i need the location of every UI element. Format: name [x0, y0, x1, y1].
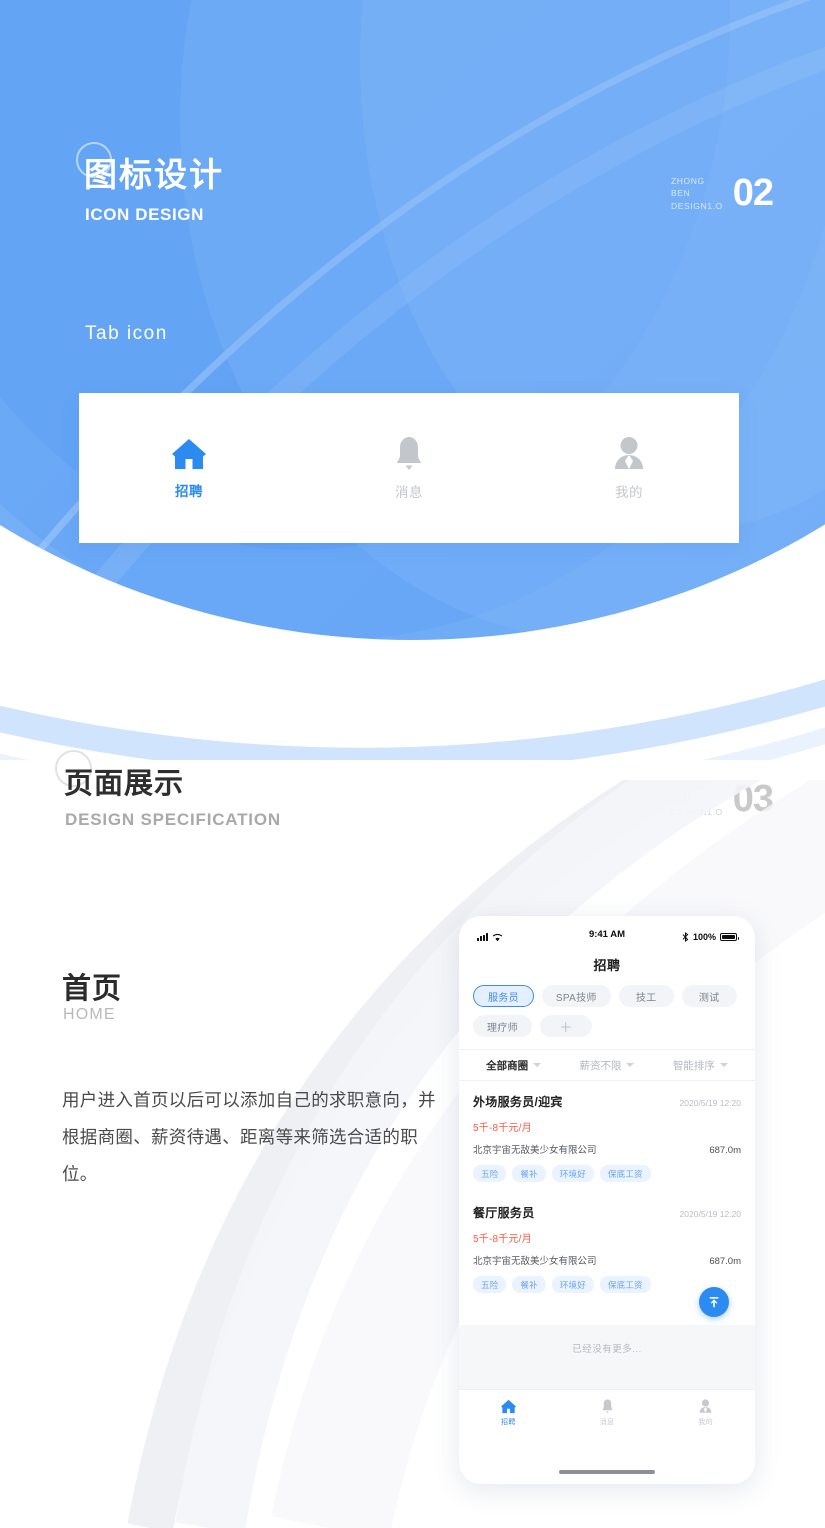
phone-nav-title: 招聘 — [593, 958, 621, 973]
phone-tab-messages[interactable]: 消息 — [558, 1399, 657, 1427]
home-icon — [500, 1399, 516, 1414]
design-spec-page: 图标设计 ICON DESIGN ZHONG BEN DESIGN1.O 02 … — [0, 0, 825, 1528]
person-icon — [615, 436, 643, 469]
category-chip-test[interactable]: 测试 — [681, 985, 737, 1007]
person-icon — [699, 1399, 712, 1413]
chevron-down-icon — [626, 1063, 635, 1067]
job-distance: 687.0m — [709, 1145, 741, 1156]
copy-body-text: 用户进入首页以后可以添加自己的求职意向，并根据商圈、薪资待遇、距离等来筛选合适的… — [62, 1090, 436, 1184]
job-tag: 五险 — [473, 1276, 507, 1293]
filter-district-label: 全部商圈 — [486, 1059, 529, 1072]
hero-corner-mark: ZHONG BEN DESIGN1.O 02 — [671, 172, 774, 215]
phone-tab-recruit[interactable]: 招聘 — [459, 1399, 558, 1427]
showcase-tab-label: 我的 — [615, 484, 643, 500]
phone-tab-bar: 招聘 消息 我的 — [459, 1389, 755, 1437]
scroll-to-top-button[interactable] — [699, 1287, 729, 1317]
job-tag: 餐补 — [512, 1276, 546, 1293]
home-indicator — [559, 1470, 655, 1474]
section-number: 02 — [732, 172, 774, 214]
section-number-2: 03 — [732, 778, 774, 820]
add-category-button[interactable]: ＋ — [539, 1015, 592, 1037]
job-salary: 5千-8千元/月 — [473, 1123, 532, 1134]
job-salary: 5千-8千元/月 — [473, 1234, 532, 1245]
phone-status-bar: 9:41 AM 100% — [459, 916, 755, 950]
showcase-tab-label: 招聘 — [175, 483, 203, 499]
showcase-tab-label: 消息 — [395, 484, 423, 500]
copy-heading-zh: 首页 — [62, 973, 123, 1005]
job-tag: 五险 — [473, 1165, 507, 1182]
home-icon — [172, 438, 206, 469]
job-list: 外场服务员/迎宾 2020/5/19 12:20 5千-8千元/月 北京宇宙无敌… — [459, 1081, 755, 1317]
job-tag-group: 五险 餐补 环境好 保底工资 — [473, 1276, 741, 1293]
section-two-title-en: DESIGN SPECIFICATION — [65, 810, 281, 829]
job-header-row: 餐厅服务员 2020/5/19 12:20 — [473, 1204, 741, 1221]
category-chip-technician[interactable]: 技工 — [618, 985, 674, 1007]
copy-heading-en: HOME — [63, 1006, 116, 1023]
job-tag: 保底工资 — [599, 1276, 651, 1293]
filter-salary-label: 薪资不限 — [579, 1059, 622, 1072]
job-title: 餐厅服务员 — [473, 1206, 535, 1220]
job-company-row: 北京宇宙无敌美少女有限公司 687.0m — [473, 1253, 741, 1267]
category-chip-group: 服务员 SPA技师 技工 测试 理疗师 ＋ — [459, 985, 755, 1037]
tab-icon-caption: Tab icon — [85, 323, 168, 344]
job-tag-group: 五险 餐补 环境好 保底工资 — [473, 1165, 741, 1182]
job-tag: 餐补 — [512, 1165, 546, 1182]
hero-title-en: ICON DESIGN — [85, 205, 205, 224]
job-distance: 687.0m — [709, 1256, 741, 1267]
job-tag: 环境好 — [551, 1165, 594, 1182]
phone-tab-label: 我的 — [698, 1419, 713, 1426]
job-date: 2020/5/19 12:20 — [679, 1209, 741, 1219]
job-date: 2020/5/19 12:20 — [679, 1098, 741, 1108]
job-company-row: 北京宇宙无敌美少女有限公司 687.0m — [473, 1142, 741, 1156]
hero-banner: 图标设计 ICON DESIGN ZHONG BEN DESIGN1.O 02 … — [0, 0, 825, 760]
category-chip-waiter[interactable]: 服务员 — [473, 985, 534, 1007]
job-list-item[interactable]: 餐厅服务员 2020/5/19 12:20 5千-8千元/月 北京宇宙无敌美少女… — [473, 1192, 741, 1317]
filter-sort-label: 智能排序 — [672, 1059, 715, 1072]
job-header-row: 外场服务员/迎宾 2020/5/19 12:20 — [473, 1093, 741, 1110]
phone-tab-profile[interactable]: 我的 — [656, 1399, 755, 1427]
brand-mark-text: ZHONG BEN DESIGN1.O — [671, 176, 723, 211]
job-title: 外场服务员/迎宾 — [473, 1095, 563, 1109]
phone-mockup: 9:41 AM 100% 招聘 服务员 SPA技师 技工 测试 理疗师 ＋ 全部… — [459, 916, 755, 1484]
hero-title-zh: 图标设计 — [84, 156, 224, 193]
chevron-down-icon — [533, 1063, 542, 1067]
job-company: 北京宇宙无敌美少女有限公司 — [473, 1145, 597, 1156]
hero-content: 图标设计 ICON DESIGN ZHONG BEN DESIGN1.O 02 … — [0, 0, 825, 760]
job-tag: 环境好 — [551, 1276, 594, 1293]
showcase-tab-messages[interactable]: 消息 — [299, 436, 519, 501]
phone-tab-label: 消息 — [599, 1419, 615, 1426]
filter-district[interactable]: 全部商圈 — [467, 1058, 560, 1073]
category-chip-spa[interactable]: SPA技师 — [541, 985, 611, 1007]
bell-icon — [397, 436, 421, 470]
showcase-tab-profile[interactable]: 我的 — [519, 436, 739, 501]
chevron-down-icon — [719, 1063, 728, 1067]
filter-bar: 全部商圈 薪资不限 智能排序 — [459, 1049, 755, 1081]
brand-mark-text-2: ZHONG BEN DESIGN1.O — [671, 782, 723, 817]
bell-icon — [602, 1399, 612, 1414]
filter-salary[interactable]: 薪资不限 — [560, 1058, 653, 1073]
showcase-tab-recruit[interactable]: 招聘 — [79, 437, 299, 500]
tab-icon-showcase-card: 招聘 消息 我的 — [79, 393, 739, 543]
job-company: 北京宇宙无敌美少女有限公司 — [473, 1256, 597, 1267]
arrow-up-to-line-icon — [709, 1297, 719, 1308]
status-bar-time: 9:41 AM — [588, 929, 626, 940]
job-tag: 保底工资 — [599, 1165, 651, 1182]
phone-tab-label: 招聘 — [501, 1419, 516, 1426]
list-end-message: 已经没有更多... — [459, 1325, 755, 1389]
filter-sort[interactable]: 智能排序 — [654, 1058, 747, 1073]
section-two-corner-mark: ZHONG BEN DESIGN1.O 03 — [671, 778, 774, 821]
job-list-item[interactable]: 外场服务员/迎宾 2020/5/19 12:20 5千-8千元/月 北京宇宙无敌… — [473, 1081, 741, 1192]
section-two-title-zh: 页面展示 — [64, 768, 185, 800]
category-chip-therapist[interactable]: 理疗师 — [473, 1015, 532, 1037]
battery-full-icon — [720, 933, 739, 941]
